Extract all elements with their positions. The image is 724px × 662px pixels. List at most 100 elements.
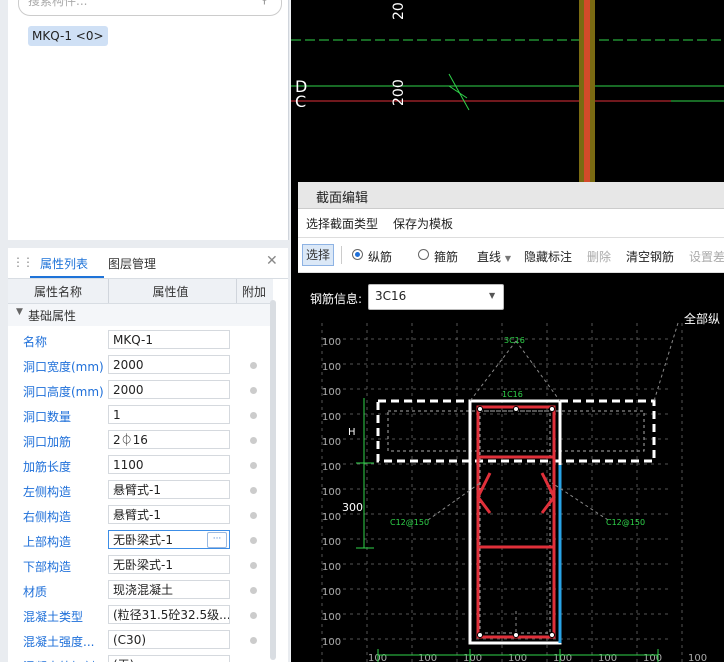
left-panel: 搜索构件... ⚲ MKQ-1 <0> ⋮⋮ 属性列表 图层管理 ✕ 属性名称 … — [0, 0, 290, 662]
radio-longitudinal[interactable] — [352, 249, 363, 260]
delete-button[interactable]: 删除 — [587, 248, 611, 265]
section-drawing: 100 100 100 100 100 100 100 100 100 100 100 100 100 1… — [321, 311, 720, 662]
extra-toggle-icon[interactable] — [250, 387, 257, 394]
properties-scrollbar[interactable] — [270, 300, 276, 660]
extra-toggle-icon[interactable] — [250, 512, 257, 519]
property-value-field[interactable]: 1 — [108, 405, 230, 424]
tree-item-mkq-1[interactable]: MKQ-1 <0> — [28, 26, 108, 46]
property-value: 无卧梁式-1 — [113, 533, 173, 547]
property-value-field[interactable]: 2000 — [108, 380, 230, 399]
clear-rebar-button[interactable]: 清空钢筋 — [626, 248, 674, 265]
grid-tick-label: 100 — [322, 412, 341, 423]
column-core — [584, 0, 590, 182]
grid-tick-label: 100 — [322, 437, 341, 448]
grid-tick-label: 100 — [322, 612, 341, 623]
editor-title-bar[interactable]: 截面编辑 — [298, 182, 724, 209]
grid-tick-label: 100 — [508, 653, 527, 662]
property-value-field[interactable]: 2000 — [108, 355, 230, 374]
property-row: 下部构造 无卧梁式-1 — [8, 553, 273, 578]
property-name: 洞口高度(mm) — [23, 385, 104, 399]
column-header-value: 属性值 — [152, 285, 189, 299]
rebar-point — [549, 406, 555, 412]
radio-longitudinal-label: 纵筋 — [368, 250, 393, 264]
property-row: 加筋长度 1100 — [8, 453, 273, 478]
property-value-field[interactable]: 现浇混凝土 — [108, 580, 230, 599]
grid-tick-label: 100 — [463, 653, 482, 662]
component-tree: 搜索构件... ⚲ MKQ-1 <0> — [8, 0, 289, 240]
line-dropdown[interactable]: 直线 ▼ — [477, 248, 511, 265]
active-tab-underline — [30, 276, 104, 278]
group-basic-properties[interactable]: ▼ 基础属性 — [8, 304, 273, 326]
property-value-field[interactable]: 1100 — [108, 455, 230, 474]
tab-layer-management[interactable]: 图层管理 — [108, 255, 156, 272]
dim-tick — [448, 85, 468, 99]
extra-toggle-icon[interactable] — [250, 362, 257, 369]
more-options-icon[interactable]: ··· — [207, 532, 227, 548]
property-value-field[interactable]: 悬臂式-1 — [108, 505, 230, 524]
property-value: 2000 — [113, 383, 144, 397]
label-left-stirrup: C12@150 — [390, 518, 429, 527]
extra-toggle-icon[interactable] — [250, 412, 257, 419]
property-value-field[interactable]: (C30) — [108, 630, 230, 649]
grip-handle-icon[interactable]: ⋮⋮ — [12, 255, 34, 269]
property-value: (无) — [113, 658, 134, 662]
property-name: 右侧构造 — [23, 510, 72, 524]
grid-tick-label: 100 — [322, 587, 341, 598]
menu-save-as-template[interactable]: 保存为模板 — [393, 215, 453, 232]
dim-text-200: 200 — [391, 79, 407, 106]
extra-toggle-icon[interactable] — [250, 562, 257, 569]
settings-button[interactable]: 设置差 — [689, 248, 724, 265]
column-header-extra: 附加 — [241, 285, 266, 299]
property-value-field[interactable]: MKQ-1 — [108, 330, 230, 349]
search-icon[interactable]: ⚲ — [260, 0, 269, 6]
property-value-field[interactable]: 2⏀16 — [108, 430, 230, 449]
property-value-field[interactable]: 无卧梁式-1 — [108, 555, 230, 574]
grid-tick-label: 100 — [322, 362, 341, 373]
property-value-field[interactable]: (粒径31.5砼32.5级... — [108, 605, 230, 624]
select-button[interactable]: 选择 — [302, 244, 335, 266]
property-name: 混凝土外加剂 — [23, 658, 109, 662]
grid-tick-label: 100 — [322, 512, 341, 523]
extra-toggle-icon[interactable] — [250, 462, 257, 469]
property-row: 混凝土外加剂 (无) — [8, 653, 273, 662]
rebar-point — [549, 632, 555, 638]
property-name: 洞口宽度(mm) — [23, 360, 104, 374]
property-value-field[interactable]: 无卧梁式-1 ··· — [108, 530, 230, 549]
label-top-rebar: 3C16 — [504, 336, 525, 345]
radio-stirrup[interactable] — [418, 249, 429, 260]
extra-toggle-icon[interactable] — [250, 612, 257, 619]
extra-toggle-icon[interactable] — [250, 537, 257, 544]
rebar-point — [477, 632, 483, 638]
property-name: 下部构造 — [23, 560, 72, 574]
section-canvas[interactable]: 钢筋信息: 3C16 ▼ 100 100 100 100 100 100 100 100 100… — [298, 273, 724, 662]
extra-toggle-icon[interactable] — [250, 487, 257, 494]
extra-toggle-icon[interactable] — [250, 637, 257, 644]
property-name: 混凝土类型 — [23, 610, 84, 624]
property-row: 洞口高度(mm) 2000 — [8, 378, 273, 403]
property-value: 无卧梁式-1 — [113, 558, 173, 572]
tab-property-list[interactable]: 属性列表 — [40, 255, 88, 272]
collapse-arrow-icon[interactable]: ▼ — [16, 307, 23, 317]
extra-toggle-icon[interactable] — [250, 587, 257, 594]
property-value-field[interactable]: 悬臂式-1 — [108, 480, 230, 499]
menu-select-section-type[interactable]: 选择截面类型 — [306, 215, 378, 232]
property-value: 2⏀16 — [113, 433, 148, 447]
dim-tick — [448, 73, 470, 111]
grid-tick-label: 100 — [322, 562, 341, 573]
label-left-dim: 300 — [342, 501, 363, 514]
toolbar-divider — [341, 246, 342, 264]
label-all-longitudinal: 全部纵 — [684, 311, 720, 326]
close-icon[interactable]: ✕ — [266, 253, 278, 269]
property-value-field[interactable]: (无) — [108, 655, 230, 662]
editor-toolbar: 选择 纵筋 箍筋 直线 ▼ 隐藏标注 删除 清空钢筋 设置差 — [298, 238, 724, 273]
flange-inner — [387, 410, 645, 452]
hide-labels-button[interactable]: 隐藏标注 — [524, 248, 572, 265]
property-name: 洞口数量 — [23, 410, 72, 424]
search-placeholder: 搜索构件... — [28, 0, 88, 8]
line-label: 直线 — [477, 250, 502, 264]
property-row: 混凝土强度... (C30) — [8, 628, 273, 653]
grid-tick-label: 100 — [322, 487, 341, 498]
extra-toggle-icon[interactable] — [250, 437, 257, 444]
grid-tick-label: 100 — [418, 653, 437, 662]
property-name: 洞口加筋 — [23, 435, 72, 449]
